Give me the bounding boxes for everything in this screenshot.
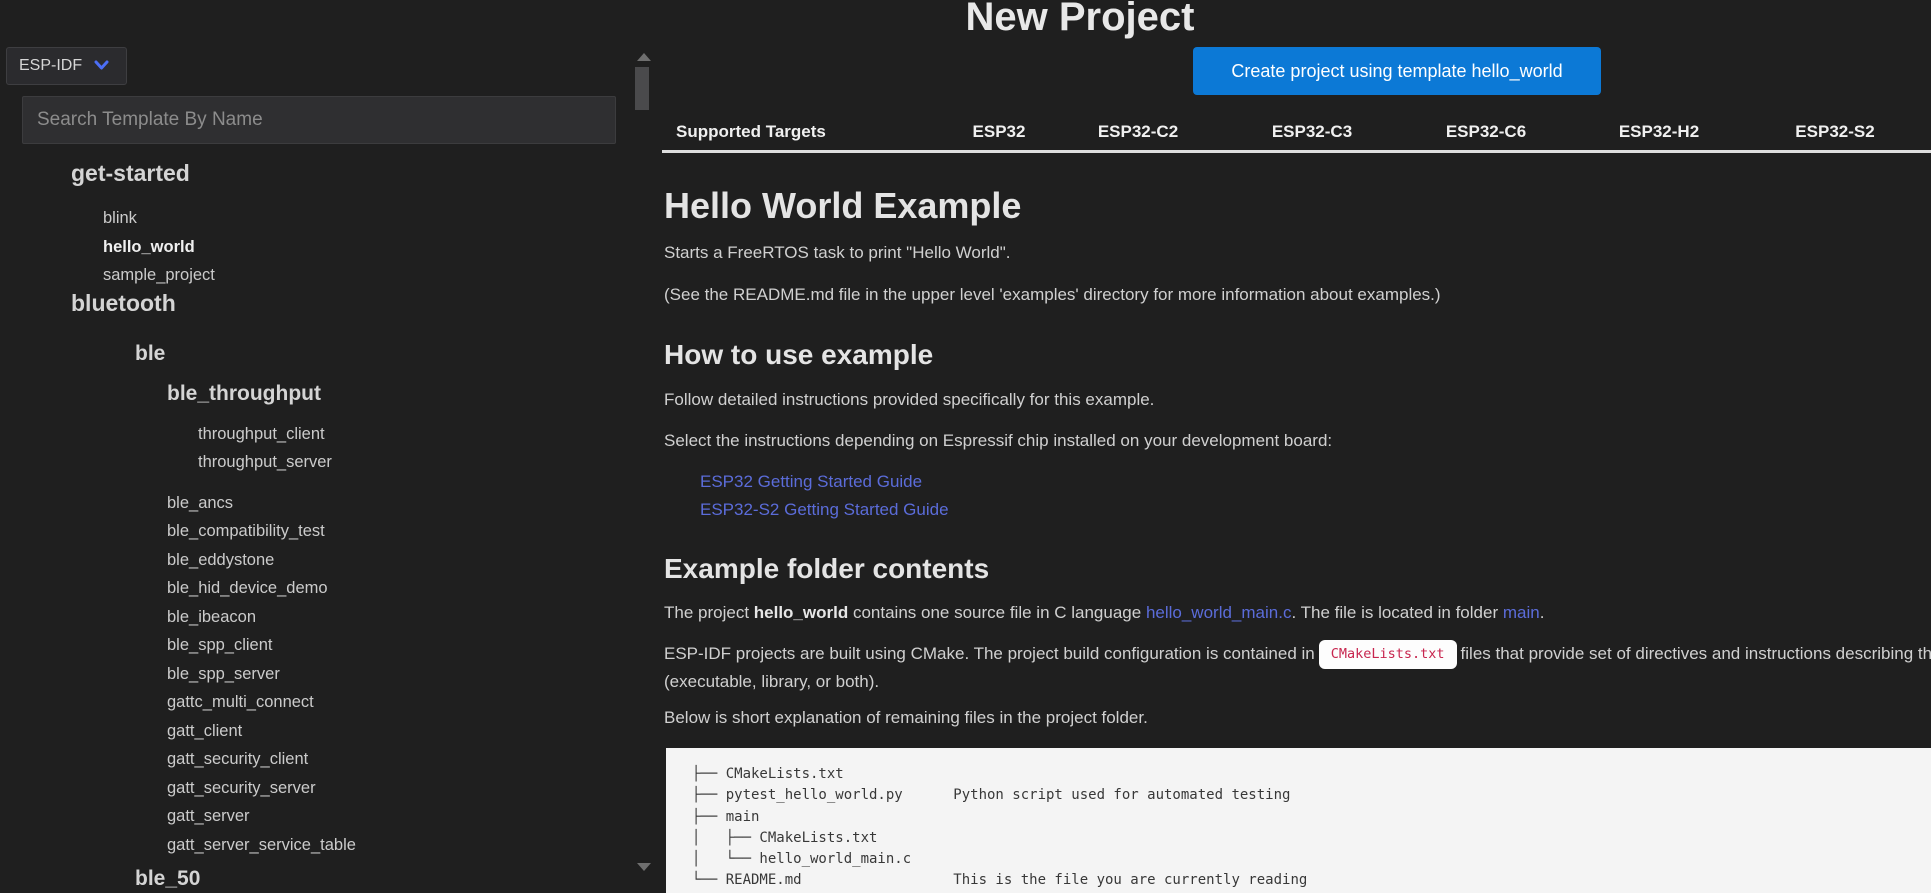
readme-h2-how-to-use: How to use example xyxy=(664,339,933,371)
tree-item-hello_world[interactable]: hello_world xyxy=(0,233,620,262)
text-run: contains one source file in C language xyxy=(848,603,1146,622)
tree-item-blink[interactable]: blink xyxy=(0,204,620,233)
new-project-page: ESP-IDF get-startedblinkhello_worldsampl… xyxy=(0,0,1931,893)
tree-item-ble_hid_device_demo[interactable]: ble_hid_device_demo xyxy=(0,574,620,603)
readme-paragraph: Select the instructions depending on Esp… xyxy=(664,431,1332,451)
readme-paragraph: Follow detailed instructions provided sp… xyxy=(664,390,1154,410)
template-sidebar: ESP-IDF get-startedblinkhello_worldsampl… xyxy=(0,0,660,893)
main-panel: New Project Create project using templat… xyxy=(660,0,1931,893)
tree-item-gatt_security_client[interactable]: gatt_security_client xyxy=(0,745,620,774)
text-run: The project xyxy=(664,603,754,622)
tree-category-bluetooth: bluetooth xyxy=(0,280,620,326)
target-chip-ESP32-C3: ESP32-C3 xyxy=(1272,122,1352,142)
tree-item-ble_spp_server[interactable]: ble_spp_server xyxy=(0,660,620,689)
target-chip-ESP32-S2: ESP32-S2 xyxy=(1795,122,1874,142)
framework-select[interactable]: ESP-IDF xyxy=(6,47,127,85)
tree-item-gatt_server[interactable]: gatt_server xyxy=(0,802,620,831)
chevron-down-icon xyxy=(94,57,109,75)
tree-item-gattc_multi_connect[interactable]: gattc_multi_connect xyxy=(0,688,620,717)
readme-h1: Hello World Example xyxy=(664,185,1021,227)
tree-item-gatt_server_service_table[interactable]: gatt_server_service_table xyxy=(0,831,620,860)
text-run: . The file is located in folder xyxy=(1291,603,1502,622)
sidebar-scrollbar-thumb[interactable] xyxy=(635,67,649,110)
scroll-up-arrow-icon[interactable] xyxy=(637,53,651,61)
page-title: New Project xyxy=(966,0,1195,40)
readme-paragraph: ESP-IDF projects are built using CMake. … xyxy=(664,638,1931,669)
text-run: ESP-IDF projects are built using CMake. … xyxy=(664,644,1315,663)
getting-started-link[interactable]: ESP32 Getting Started Guide xyxy=(700,472,922,492)
template-tree: get-startedblinkhello_worldsample_projec… xyxy=(0,144,620,893)
scroll-down-arrow-icon[interactable] xyxy=(637,863,651,871)
inline-link[interactable]: hello_world_main.c xyxy=(1146,603,1292,622)
targets-separator xyxy=(662,150,1931,153)
tree-item-ble_eddystone[interactable]: ble_eddystone xyxy=(0,546,620,575)
readme-paragraph: The project hello_world contains one sou… xyxy=(664,603,1544,623)
search-input[interactable] xyxy=(22,96,616,144)
target-chip-ESP32: ESP32 xyxy=(973,122,1026,142)
tree-item-ble_ibeacon[interactable]: ble_ibeacon xyxy=(0,603,620,632)
target-chip-ESP32-H2: ESP32-H2 xyxy=(1619,122,1699,142)
sidebar-scrollbar[interactable] xyxy=(634,0,651,893)
readme-paragraph: Below is short explanation of remaining … xyxy=(664,708,1148,728)
folder-tree-code-block: ├── CMakeLists.txt ├── pytest_hello_worl… xyxy=(666,748,1931,893)
framework-select-value: ESP-IDF xyxy=(19,57,82,75)
folder-tree-listing: ├── CMakeLists.txt ├── pytest_hello_worl… xyxy=(666,748,1931,892)
tree-category-get-started: get-started xyxy=(0,150,620,196)
tree-item-ble_compatibility_test[interactable]: ble_compatibility_test xyxy=(0,517,620,546)
tree-item-ble_ancs[interactable]: ble_ancs xyxy=(0,489,620,518)
readme-paragraph: (executable, library, or both). xyxy=(664,672,879,692)
target-chip-ESP32-C6: ESP32-C6 xyxy=(1446,122,1526,142)
bold-text: hello_world xyxy=(754,603,848,622)
readme-paragraph: (See the README.md file in the upper lev… xyxy=(664,285,1441,305)
tree-category-ble_throughput: ble_throughput xyxy=(0,374,620,414)
tree-category-ble: ble xyxy=(0,334,620,374)
supported-targets-label: Supported Targets xyxy=(676,122,826,142)
tree-category-ble_50: ble_50 xyxy=(0,859,620,893)
inline-link[interactable]: main xyxy=(1503,603,1540,622)
create-project-button[interactable]: Create project using template hello_worl… xyxy=(1193,47,1601,95)
text-run: . xyxy=(1540,603,1545,622)
target-chip-ESP32-C2: ESP32-C2 xyxy=(1098,122,1178,142)
readme-paragraph: Starts a FreeRTOS task to print "Hello W… xyxy=(664,243,1011,263)
tree-item-gatt_client[interactable]: gatt_client xyxy=(0,717,620,746)
tree-item-throughput_client[interactable]: throughput_client xyxy=(0,420,620,449)
getting-started-link[interactable]: ESP32-S2 Getting Started Guide xyxy=(700,500,949,520)
tree-item-throughput_server[interactable]: throughput_server xyxy=(0,448,620,477)
readme-h2-folder-contents: Example folder contents xyxy=(664,553,989,585)
tree-item-gatt_security_server[interactable]: gatt_security_server xyxy=(0,774,620,803)
inline-code-chip: CMakeLists.txt xyxy=(1319,640,1457,669)
text-run: files that provide set of directives and… xyxy=(1461,644,1931,663)
tree-item-ble_spp_client[interactable]: ble_spp_client xyxy=(0,631,620,660)
